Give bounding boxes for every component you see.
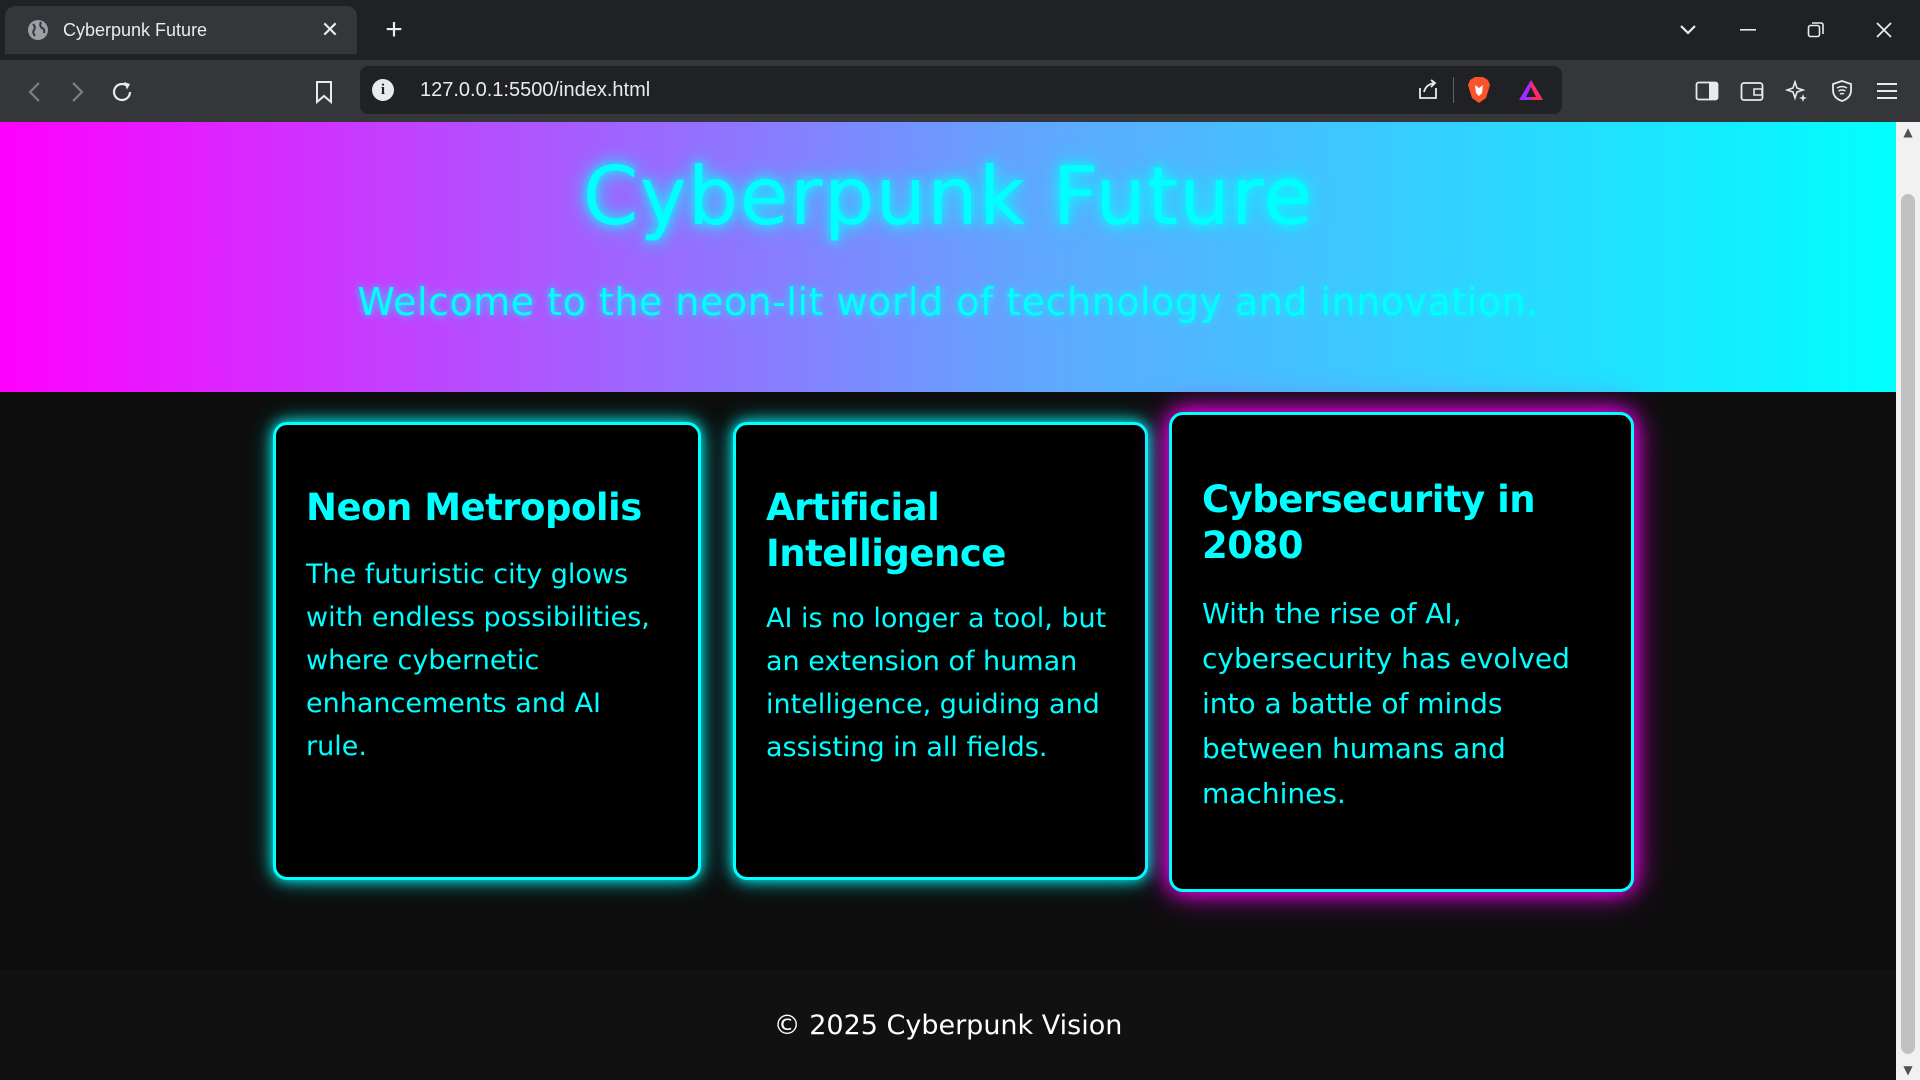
vpn-shield-icon[interactable]: [1825, 76, 1859, 106]
brave-rewards-icon[interactable]: [1514, 73, 1548, 107]
url-text[interactable]: 127.0.0.1:5500/index.html: [420, 79, 1411, 102]
card-body: With the rise of AI, cybersecurity has e…: [1202, 597, 1570, 810]
hero-header: Cyberpunk Future Welcome to the neon-lit…: [0, 122, 1896, 392]
card-body: AI is no longer a tool, but an extension…: [766, 603, 1107, 763]
scrollbar-thumb[interactable]: [1901, 194, 1915, 1054]
close-tab-icon[interactable]: ✕: [317, 18, 343, 43]
address-bar[interactable]: i 127.0.0.1:5500/index.html: [360, 66, 1562, 114]
card-cybersecurity-2080[interactable]: Cybersecurity in 2080 With the rise of A…: [1169, 412, 1634, 892]
page-footer: © 2025 Cyberpunk Vision: [0, 970, 1896, 1080]
page-viewport: Cyberpunk Future Welcome to the neon-lit…: [0, 122, 1896, 1080]
scroll-down-icon[interactable]: ▼: [1896, 1060, 1920, 1080]
card-title: Cybersecurity in 2080: [1202, 478, 1536, 567]
scroll-up-icon[interactable]: ▲: [1896, 122, 1920, 142]
card-title: Neon Metropolis: [306, 486, 642, 529]
browser-tab[interactable]: Cyberpunk Future ✕: [5, 6, 357, 54]
bookmark-icon[interactable]: [304, 72, 344, 112]
globe-icon: [27, 19, 49, 41]
card-title: Artificial Intelligence: [766, 486, 1006, 575]
hero-subtitle: Welcome to the neon-lit world of technol…: [357, 280, 1539, 324]
card-body: The futuristic city glows with endless p…: [306, 559, 650, 762]
leo-ai-icon[interactable]: [1780, 76, 1814, 106]
reload-icon[interactable]: [102, 72, 142, 112]
tab-strip: Cyberpunk Future ✕ +: [0, 0, 1920, 60]
menu-icon[interactable]: [1870, 76, 1904, 106]
tab-search-chevron-icon[interactable]: [1666, 12, 1710, 48]
forward-icon[interactable]: [58, 72, 98, 112]
hero-title: Cyberpunk Future: [582, 150, 1314, 243]
restore-icon[interactable]: [1794, 12, 1838, 48]
close-window-icon[interactable]: [1862, 12, 1906, 48]
sidebar-toggle-icon[interactable]: [1690, 76, 1724, 106]
new-tab-button[interactable]: +: [376, 12, 412, 48]
tab-title: Cyberpunk Future: [63, 19, 208, 40]
minimize-icon[interactable]: [1726, 12, 1770, 48]
card-neon-metropolis: Neon Metropolis The futuristic city glow…: [273, 422, 701, 880]
brave-shields-icon[interactable]: [1462, 73, 1496, 107]
omnibox-separator: [1453, 77, 1454, 103]
page-scrollbar[interactable]: ▲ ▼: [1896, 122, 1920, 1080]
site-info-icon[interactable]: i: [372, 79, 394, 101]
footer-copyright: © 2025 Cyberpunk Vision: [773, 1010, 1123, 1041]
wallet-icon[interactable]: [1735, 76, 1769, 106]
share-icon[interactable]: [1411, 73, 1445, 107]
card-artificial-intelligence: Artificial Intelligence AI is no longer …: [733, 422, 1148, 880]
back-icon[interactable]: [14, 72, 54, 112]
